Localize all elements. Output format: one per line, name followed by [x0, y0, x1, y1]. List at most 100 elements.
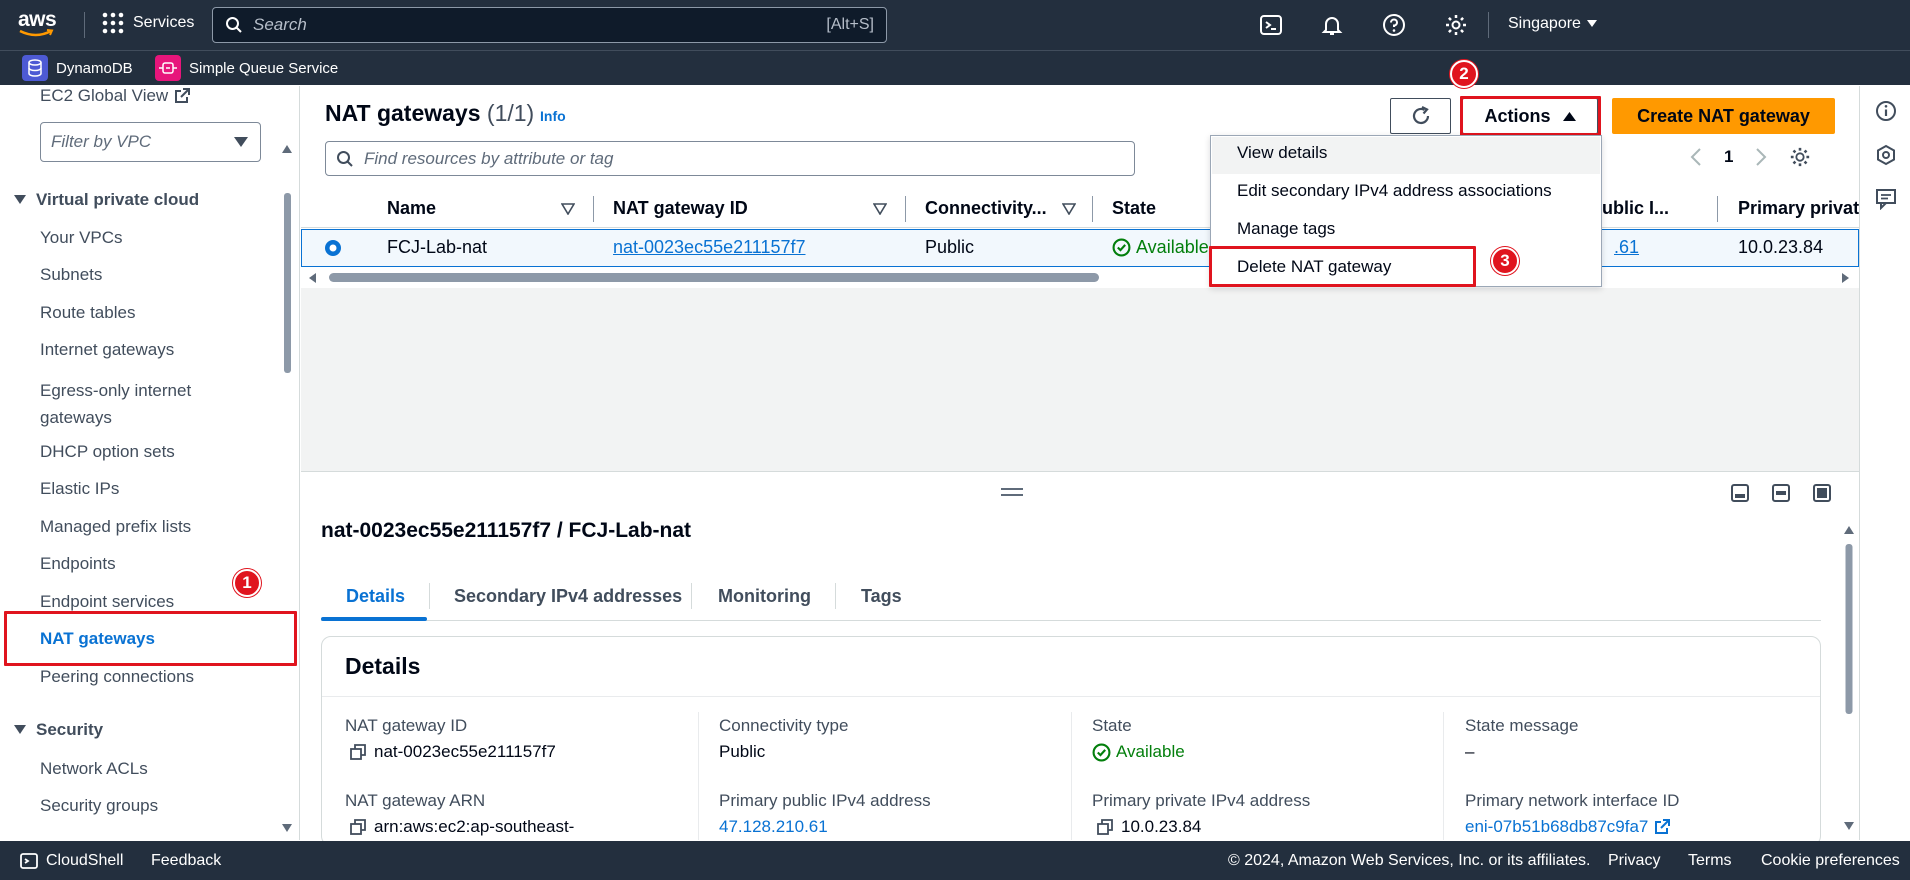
- hexagon-icon[interactable]: [1875, 144, 1897, 166]
- column-header-state[interactable]: State: [1112, 198, 1156, 219]
- sidebar-item-managed-prefix-lists[interactable]: Managed prefix lists: [40, 517, 191, 537]
- tab-tags[interactable]: Tags: [861, 586, 902, 607]
- refresh-button[interactable]: [1390, 98, 1451, 134]
- copy-icon[interactable]: [350, 819, 366, 835]
- region-selector[interactable]: Singapore: [1508, 15, 1597, 33]
- page-number[interactable]: 1: [1724, 147, 1733, 167]
- favorite-sqs[interactable]: Simple Queue Service: [155, 55, 338, 81]
- gear-icon[interactable]: [1444, 13, 1468, 37]
- help-icon[interactable]: [1382, 13, 1406, 37]
- sort-icon[interactable]: [1062, 202, 1076, 215]
- cloudshell-icon[interactable]: [1259, 13, 1283, 37]
- tab-monitoring[interactable]: Monitoring: [718, 586, 811, 607]
- panel-side-icon[interactable]: [1772, 484, 1790, 502]
- favorite-label: DynamoDB: [56, 59, 133, 77]
- value-primary-private-ip: 10.0.23.84: [1097, 817, 1201, 837]
- sort-icon[interactable]: [561, 202, 575, 215]
- vpc-filter-select[interactable]: Filter by VPC: [40, 122, 261, 162]
- split-panel-scrollbar[interactable]: [1843, 520, 1855, 840]
- cell-state: Available: [1112, 237, 1209, 258]
- panel-bottom-icon[interactable]: [1731, 484, 1749, 502]
- row-radio-selected[interactable]: [324, 239, 342, 257]
- column-header-name[interactable]: Name: [387, 198, 575, 219]
- caret-down-icon: [14, 195, 26, 204]
- column-header-primary-public-ip[interactable]: ublic I...: [1602, 198, 1669, 219]
- cell-private-ip: 10.0.23.84: [1738, 237, 1824, 257]
- tab-divider: [429, 583, 430, 609]
- cloudshell-footer-button[interactable]: CloudShell: [20, 852, 123, 870]
- sidebar-item-subnets[interactable]: Subnets: [40, 265, 102, 285]
- feedback-icon[interactable]: [1875, 188, 1897, 210]
- right-tool-rail: [1859, 86, 1910, 840]
- chevron-right-icon[interactable]: [1755, 147, 1767, 167]
- bell-icon[interactable]: [1320, 13, 1344, 37]
- table-filter-input[interactable]: Find resources by attribute or tag: [325, 141, 1135, 176]
- value-connectivity-type: Public: [719, 742, 766, 761]
- sidebar-item-egress-only-internet-gateways[interactable]: Egress-only internet gateways: [40, 377, 191, 431]
- region-label: Singapore: [1508, 15, 1581, 32]
- panel-full-icon[interactable]: [1813, 484, 1831, 502]
- sidebar-scrollbar[interactable]: [281, 138, 293, 838]
- column-header-connectivity[interactable]: Connectivity...: [925, 198, 1076, 219]
- chevron-left-icon[interactable]: [1690, 147, 1702, 167]
- divider: [1488, 12, 1489, 38]
- cell-nat-gateway-id-link[interactable]: nat-0023ec55e211157f7: [613, 237, 806, 258]
- menu-item-manage-tags[interactable]: Manage tags: [1237, 219, 1335, 239]
- info-link[interactable]: Info: [540, 108, 566, 124]
- column-divider: [905, 196, 906, 222]
- table-horizontal-scrollbar[interactable]: [301, 268, 1859, 288]
- sidebar-item-route-tables[interactable]: Route tables: [40, 303, 135, 323]
- vpc-filter-placeholder: Filter by VPC: [51, 132, 152, 151]
- label-connectivity-type: Connectivity type: [719, 716, 849, 735]
- check-circle-icon: [1112, 238, 1131, 257]
- section-security[interactable]: Security: [14, 720, 103, 740]
- sidebar-item-endpoint-services[interactable]: Endpoint services: [40, 592, 174, 612]
- active-tab-indicator: [321, 617, 427, 621]
- caret-down-icon: [14, 725, 26, 734]
- aws-logo[interactable]: aws: [18, 8, 68, 42]
- sidebar-item-network-acls[interactable]: Network ACLs: [40, 759, 148, 779]
- sidebar-item-endpoints[interactable]: Endpoints: [40, 554, 116, 574]
- tab-details[interactable]: Details: [346, 586, 405, 607]
- label-state: State: [1092, 716, 1132, 735]
- label-nat-gateway-id: NAT gateway ID: [345, 716, 468, 735]
- column-divider: [1092, 196, 1093, 222]
- info-icon[interactable]: [1875, 100, 1897, 122]
- value-state: Available: [1092, 742, 1185, 762]
- column-header-primary-private-ip[interactable]: Primary private: [1738, 198, 1859, 219]
- services-menu-button[interactable]: Services: [102, 12, 194, 34]
- details-card-title: Details: [345, 653, 421, 679]
- sidebar-item-dhcp-option-sets[interactable]: DHCP option sets: [40, 442, 175, 462]
- sidebar-item-internet-gateways[interactable]: Internet gateways: [40, 340, 174, 360]
- sidebar-item-your-vpcs[interactable]: Your VPCs: [40, 228, 123, 248]
- cell-public-ip-link[interactable]: .61: [1614, 237, 1639, 258]
- value-primary-public-ip-link[interactable]: 47.128.210.61: [719, 817, 828, 837]
- sidebar-item-ec2-global-view[interactable]: EC2 Global View: [40, 86, 191, 106]
- value-primary-eni-link[interactable]: eni-07b51b68db87c9fa7: [1465, 817, 1671, 837]
- column-header-nat-gateway-id[interactable]: NAT gateway ID: [613, 198, 887, 219]
- menu-item-view-details[interactable]: View details: [1237, 143, 1327, 163]
- section-virtual-private-cloud[interactable]: Virtual private cloud: [14, 190, 199, 210]
- sidebar-item-security-groups[interactable]: Security groups: [40, 796, 158, 816]
- drag-handle-icon[interactable]: [1001, 487, 1023, 497]
- global-search-input[interactable]: Search [Alt+S]: [212, 7, 887, 43]
- cookie-preferences-link[interactable]: Cookie preferences: [1761, 852, 1900, 870]
- tab-baseline: [321, 620, 1821, 621]
- copy-icon[interactable]: [1097, 819, 1113, 835]
- sort-icon[interactable]: [873, 202, 887, 215]
- feedback-link[interactable]: Feedback: [151, 852, 221, 870]
- table-row[interactable]: FCJ-Lab-nat nat-0023ec55e211157f7 Public…: [301, 229, 1859, 267]
- label-state-message: State message: [1465, 716, 1579, 735]
- terms-link[interactable]: Terms: [1688, 852, 1732, 870]
- tab-secondary-ipv4[interactable]: Secondary IPv4 addresses: [454, 586, 682, 607]
- menu-item-edit-secondary-ipv4[interactable]: Edit secondary IPv4 address associations: [1237, 181, 1552, 201]
- create-nat-gateway-button[interactable]: Create NAT gateway: [1612, 98, 1835, 134]
- sidebar-item-peering-connections[interactable]: Peering connections: [40, 667, 194, 687]
- favorite-dynamodb[interactable]: DynamoDB: [22, 55, 133, 81]
- privacy-link[interactable]: Privacy: [1608, 852, 1660, 870]
- external-link-icon: [1655, 819, 1671, 834]
- sidebar-item-elastic-ips[interactable]: Elastic IPs: [40, 479, 119, 499]
- copy-icon[interactable]: [350, 744, 366, 760]
- preferences-gear-icon[interactable]: [1789, 146, 1811, 168]
- detail-title: nat-0023ec55e211157f7 / FCJ-Lab-nat: [321, 519, 692, 542]
